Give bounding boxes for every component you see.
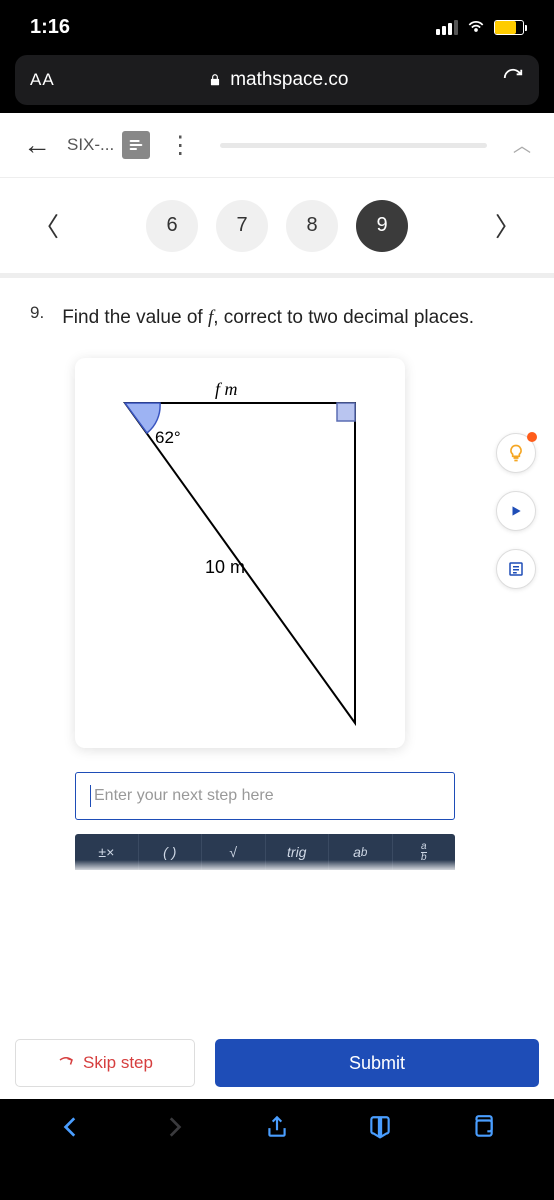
answer-input[interactable]: Enter your next step here — [75, 772, 455, 820]
lock-icon — [208, 73, 222, 87]
side-tools — [496, 433, 536, 589]
browser-forward-button[interactable] — [161, 1114, 187, 1145]
question-text: Find the value of f, correct to two deci… — [62, 303, 474, 333]
question-nav-7[interactable]: 7 — [216, 200, 268, 252]
question-number: 9. — [30, 303, 44, 333]
submit-button[interactable]: Submit — [215, 1039, 539, 1087]
triangle-diagram: 62° f m 10 m — [75, 358, 405, 748]
status-indicators — [436, 15, 524, 40]
wifi-icon — [466, 15, 486, 40]
signal-icon — [436, 20, 458, 35]
question-navigator: 〈 6 7 8 9 〉 — [0, 178, 554, 278]
url-text: mathspace.co — [230, 69, 348, 91]
question-nav-6[interactable]: 6 — [146, 200, 198, 252]
tabs-button[interactable] — [470, 1114, 496, 1145]
keypad-power[interactable]: ab — [329, 834, 393, 870]
battery-icon — [494, 20, 524, 35]
top-side-label: f m — [215, 379, 238, 399]
keypad-root[interactable]: √ — [202, 834, 266, 870]
worked-example-button[interactable] — [496, 549, 536, 589]
back-button[interactable]: ← — [15, 129, 59, 161]
page-content: ← SIX-... ⋮ ︿ 〈 6 7 8 9 〉 9. Find the va… — [0, 113, 554, 1099]
video-button[interactable] — [496, 491, 536, 531]
topic-icon[interactable] — [122, 131, 150, 159]
collapse-button[interactable]: ︿ — [505, 132, 539, 158]
text-size-button[interactable]: AA — [30, 70, 55, 90]
keypad-parens[interactable]: ( ) — [139, 834, 203, 870]
share-button[interactable] — [264, 1114, 290, 1145]
hypotenuse-label: 10 m — [205, 557, 245, 577]
question-nav-8[interactable]: 8 — [286, 200, 338, 252]
bookmarks-button[interactable] — [367, 1114, 393, 1145]
browser-back-button[interactable] — [58, 1114, 84, 1145]
keypad-trig[interactable]: trig — [266, 834, 330, 870]
math-keypad[interactable]: ±× ( ) √ trig ab ab — [75, 834, 455, 870]
topic-bar: ← SIX-... ⋮ ︿ — [0, 113, 554, 178]
status-time: 1:16 — [30, 16, 70, 39]
question-area: 9. Find the value of f, correct to two d… — [0, 278, 554, 870]
browser-toolbar — [0, 1099, 554, 1159]
progress-bar — [220, 143, 487, 148]
question-nav-9[interactable]: 9 — [356, 200, 408, 252]
skip-step-button[interactable]: Skip step — [15, 1039, 195, 1087]
keypad-frac[interactable]: ab — [393, 834, 456, 870]
input-placeholder: Enter your next step here — [94, 787, 274, 805]
action-bar: Skip step Submit — [15, 1029, 539, 1087]
prev-question-button[interactable]: 〈 — [25, 199, 67, 252]
next-question-button[interactable]: 〉 — [487, 199, 529, 252]
url-display[interactable]: mathspace.co — [70, 69, 487, 91]
more-options-button[interactable]: ⋮ — [158, 131, 202, 160]
keypad-ops[interactable]: ±× — [75, 834, 139, 870]
url-bar[interactable]: AA mathspace.co — [15, 55, 539, 105]
status-bar: 1:16 — [0, 0, 554, 55]
refresh-button[interactable] — [502, 67, 524, 94]
topic-name[interactable]: SIX-... — [67, 135, 114, 155]
angle-label: 62° — [155, 428, 181, 447]
hint-button[interactable] — [496, 433, 536, 473]
